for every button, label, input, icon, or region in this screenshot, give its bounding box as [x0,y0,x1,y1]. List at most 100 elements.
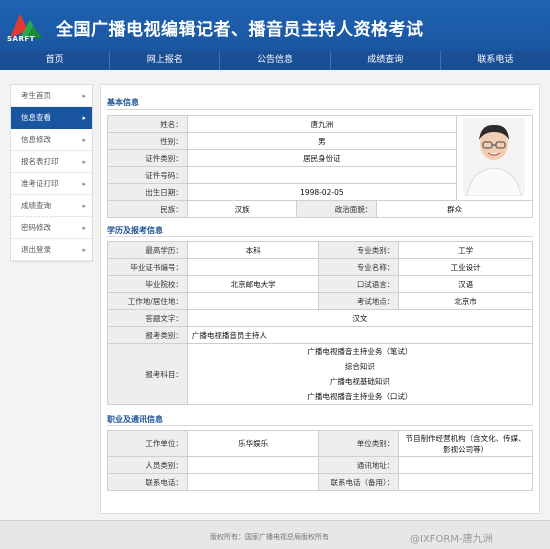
sidebar-item-label: 成绩查询 [21,201,51,210]
section-title-basic: 基本信息 [107,98,139,107]
certificate-value [186,258,320,276]
residence-label: 工作地/居住地： [107,292,188,310]
subject-item: 综合知识 [344,362,375,371]
main-nav: 首页 网上报名 公告信息 成绩查询 联系电话 [0,51,550,70]
sidebar-item-print-admission[interactable]: 准考证打印 ▸ [11,173,92,195]
employer-type-value: 节目制作经营机构（含文化、传媒、影视公司等） [398,430,533,457]
basic-info-table: 姓名： 唐九洲 性别： 男 证件类别： 居民身份证 证件号码： 出生日期： 19… [107,115,534,218]
chevron-right-icon: ▸ [82,92,86,100]
section-title-contact: 职业及通讯信息 [107,415,163,424]
nav-home[interactable]: 首页 [0,51,111,70]
contact-info-table: 工作单位： 乐华娱乐 单位类别： 节目制作经营机构（含文化、传媒、影视公司等） … [107,430,533,491]
gender-label: 性别： [107,132,188,150]
degree-value: 本科 [186,241,320,259]
nav-online-registration[interactable]: 网上报名 [110,51,221,70]
sidebar-item-edit-info[interactable]: 信息修改 ▸ [11,129,92,151]
ethnicity-label: 民族： [107,200,188,218]
major-name-value: 工业设计 [398,258,533,276]
exam-site-value: 北京市 [398,292,533,310]
info-panel: 基本信息 姓名： 唐九洲 性别： 男 证件类别： 居民身份证 证件号码： 出生日… [100,84,540,514]
person-type-value [186,456,320,474]
chevron-right-icon: ▸ [82,202,86,210]
sidebar-item-print-form[interactable]: 报名表打印 ▸ [11,151,92,173]
name-label: 姓名： [107,115,188,133]
subject-item: 广播电视基础知识 [329,377,390,386]
chevron-right-icon: ▸ [82,224,86,232]
sidebar-item-logout[interactable]: 退出登录 ▸ [11,239,92,261]
sidebar-item-label: 报名表打印 [21,157,59,166]
major-type-label: 专业类别： [318,241,400,259]
logo-text: SARFT [7,35,35,43]
answer-language-label: 答题文字： [107,309,188,327]
major-name-label: 专业名称： [318,258,400,276]
section-divider [107,425,533,426]
address-value [398,456,533,474]
site-header: SARFT 全国广播电视编辑记者、播音员主持人资格考试 [0,0,550,51]
subjects-list: 广播电视播音主持业务（笔试） 综合知识 广播电视基础知识 广播电视播音主持业务（… [186,343,534,405]
sidebar-item-change-password[interactable]: 密码修改 ▸ [11,217,92,239]
ethnicity-value: 汉族 [186,200,298,218]
sidebar-item-label: 准考证打印 [21,179,59,188]
copyright-text: 版权所有：国家广播电视总局版权所有 [210,533,329,541]
candidate-photo [455,115,534,201]
chevron-right-icon: ▸ [82,136,86,144]
school-value: 北京邮电大学 [186,275,320,293]
exam-site-label: 考试地点： [318,292,400,310]
sidebar-item-label: 考生首页 [21,91,51,100]
id-number-value [186,166,457,184]
sidebar-menu: 考生首页 ▸ 信息查看 ▸ 信息修改 ▸ 报名表打印 ▸ 准考证打印 ▸ 成绩查询 ▸ 密码… [10,84,93,262]
section-divider [107,236,533,237]
subject-item: 广播电视播音主持业务（笔试） [307,347,413,356]
residence-value [186,292,320,310]
subject-item: 广播电视播音主持业务（口试） [307,392,413,401]
avatar [463,118,526,197]
chevron-right-icon: ▸ [82,180,86,188]
subjects-label: 报考科目： [107,343,188,405]
chevron-right-icon: ▸ [82,246,86,254]
sidebar-item-label: 信息修改 [21,135,51,144]
answer-language-value: 汉文 [186,309,534,327]
education-info-table: 最高学历： 本科 专业类别： 工学 毕业证书编号： 专业名称： 工业设计 毕业院… [107,241,534,405]
sidebar-item-label: 密码修改 [21,223,51,232]
political-status-label: 政治面貌： [296,200,378,218]
employer-label: 工作单位： [107,430,188,457]
id-number-label: 证件号码： [107,166,188,184]
birth-date-value: 1998-02-05 [186,183,457,201]
nav-score-query[interactable]: 成绩查询 [331,51,441,70]
employer-value: 乐华娱乐 [186,430,320,457]
section-title-education: 学历及报考信息 [107,226,163,235]
phone-value [186,473,320,491]
school-label: 毕业院校： [107,275,188,293]
gender-value: 男 [186,132,457,150]
chevron-right-icon: ▸ [82,158,86,166]
backup-phone-value [398,473,533,491]
site-title: 全国广播电视编辑记者、播音员主持人资格考试 [56,20,424,40]
sidebar-item-label: 退出登录 [21,245,51,254]
address-label: 通讯地址： [318,456,400,474]
major-type-value: 工学 [398,241,533,259]
exam-type-label: 报考类别： [107,326,188,344]
certificate-label: 毕业证书编号： [107,258,188,276]
sidebar-item-view-info[interactable]: 信息查看 ▸ [11,107,92,129]
watermark: @IXFORM-唐九洲 [410,534,493,545]
chevron-right-icon: ▸ [82,114,86,122]
sidebar-item-label: 信息查看 [21,113,51,122]
exam-type-value: 广播电视播音员主持人 [186,326,534,344]
person-type-label: 人员类别： [107,456,188,474]
degree-label: 最高学历： [107,241,188,259]
backup-phone-label: 联系电话（备用）： [318,473,400,491]
nav-contact[interactable]: 联系电话 [441,51,550,70]
birth-date-label: 出生日期： [107,183,188,201]
political-status-value: 群众 [376,200,533,218]
name-value: 唐九洲 [186,115,457,133]
id-type-label: 证件类别： [107,149,188,167]
employer-type-label: 单位类别： [318,430,400,457]
oral-language-value: 汉语 [398,275,533,293]
nav-announcements[interactable]: 公告信息 [220,51,331,70]
sidebar-item-score-query[interactable]: 成绩查询 ▸ [11,195,92,217]
sidebar-item-candidate-home[interactable]: 考生首页 ▸ [11,85,92,107]
oral-language-label: 口试语言： [318,275,400,293]
section-divider [107,109,533,110]
id-type-value: 居民身份证 [186,149,457,167]
phone-label: 联系电话： [107,473,188,491]
